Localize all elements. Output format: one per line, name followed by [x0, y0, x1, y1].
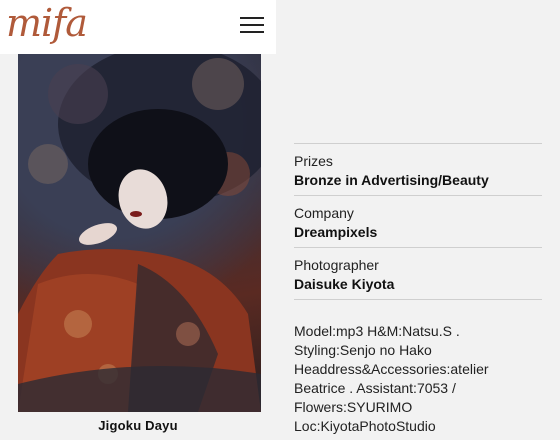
site-header: mifa [0, 0, 276, 54]
page: Jigoku Dayu mifa Prizes Bronze in Advert… [0, 0, 560, 440]
company-value: Dreampixels [294, 224, 378, 240]
photographer-label: Photographer [294, 257, 379, 273]
award-details: Prizes Bronze in Advertising/Beauty Comp… [294, 143, 542, 436]
company-label: Company [294, 205, 354, 221]
left-column: Jigoku Dayu [0, 0, 276, 440]
award-photo [18, 54, 261, 412]
credits-text: Model:mp3 H&M:Natsu.S . Styling:Senjo no… [294, 299, 542, 436]
photographer-value: Daisuke Kiyota [294, 276, 395, 292]
prizes-label: Prizes [294, 153, 333, 169]
hamburger-menu-icon[interactable] [240, 17, 264, 35]
prizes-row: Prizes Bronze in Advertising/Beauty [294, 143, 542, 195]
company-row: Company Dreampixels [294, 195, 542, 247]
menu-bar [240, 31, 264, 33]
menu-bar [240, 17, 264, 19]
photo-caption: Jigoku Dayu [98, 418, 178, 433]
photographer-row: Photographer Daisuke Kiyota [294, 247, 542, 299]
menu-bar [240, 24, 264, 26]
mifa-logo[interactable]: mifa [6, 1, 88, 45]
prizes-value: Bronze in Advertising/Beauty [294, 172, 489, 188]
